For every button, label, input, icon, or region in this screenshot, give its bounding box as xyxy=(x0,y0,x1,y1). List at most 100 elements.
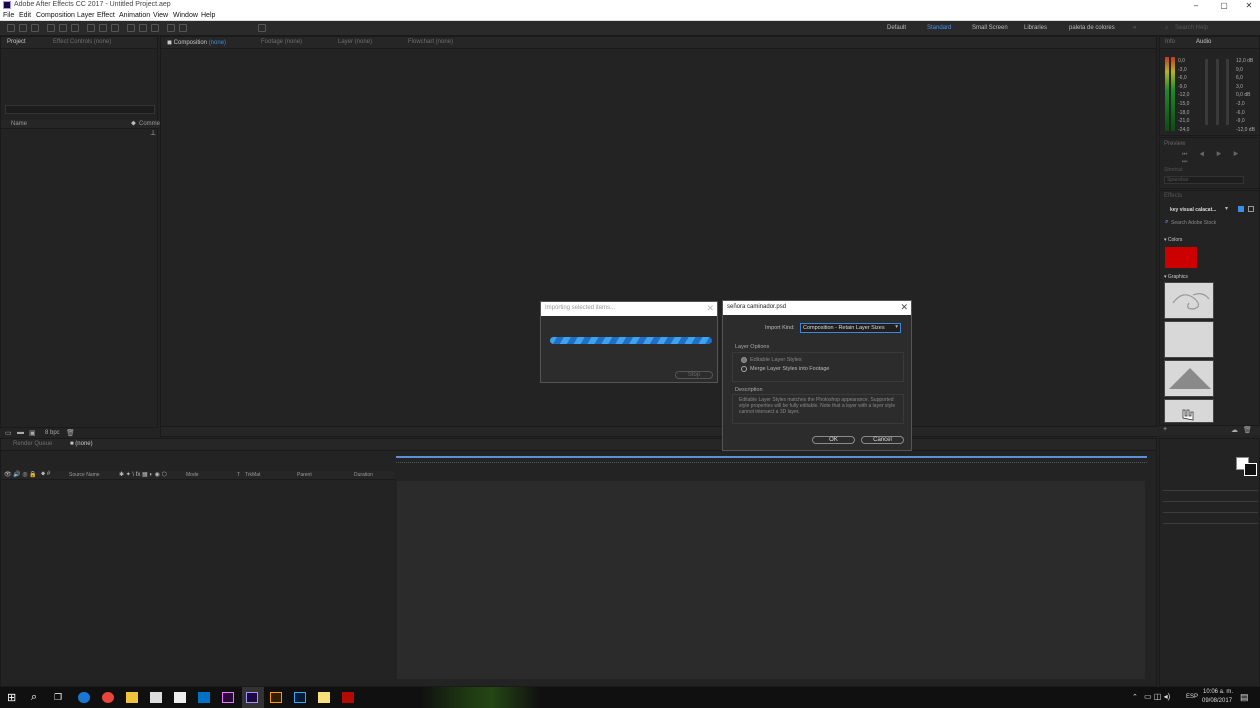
task-view-icon[interactable]: ❐ xyxy=(54,692,62,703)
tab-effects[interactable]: Effects xyxy=(1164,193,1182,199)
radio-editable-layer-styles[interactable] xyxy=(741,357,747,363)
column-duration[interactable]: Duration xyxy=(354,472,373,478)
snapping-checkbox[interactable] xyxy=(258,24,266,32)
stroke-color-swatch[interactable] xyxy=(1244,463,1257,476)
import-kind-dropdown[interactable]: Composition - Retain Layer Sizes ▾ xyxy=(800,323,901,333)
column-t[interactable]: T xyxy=(237,472,240,478)
stop-button[interactable]: Stop xyxy=(675,371,713,379)
tab-timeline-none[interactable]: ■ (none) xyxy=(70,441,93,447)
menu-file[interactable]: File xyxy=(3,12,14,19)
close-icon[interactable]: ✕ xyxy=(900,302,908,313)
close-icon[interactable]: ✕ xyxy=(706,303,714,314)
graphic-swirl[interactable] xyxy=(1164,282,1214,319)
audio-slider-master[interactable] xyxy=(1216,59,1219,125)
workspace-paleta-de-colores[interactable]: paleta de colores xyxy=(1069,25,1115,31)
graphic-blank[interactable] xyxy=(1164,321,1214,358)
switches-icon[interactable]: ✱ ✦ \ fx ▦ ◐ ◉ ⬡ xyxy=(119,471,167,478)
menu-effect[interactable]: Effect xyxy=(97,12,115,19)
cancel-button[interactable]: Cancel xyxy=(861,436,904,444)
pen-tool-icon[interactable] xyxy=(99,24,107,32)
workspace-default[interactable]: Default xyxy=(887,25,906,31)
flowchart-icon[interactable]: ⊥ xyxy=(150,129,156,137)
notifications-icon[interactable]: ▤ xyxy=(1240,692,1249,703)
tab-footage[interactable]: Footage (none) xyxy=(261,39,302,45)
menu-help[interactable]: Help xyxy=(201,12,215,19)
sticky-notes-icon[interactable] xyxy=(318,692,330,703)
menu-composition[interactable]: Composition xyxy=(36,12,75,19)
mail-icon[interactable] xyxy=(174,692,186,703)
audio-slider-right[interactable] xyxy=(1226,59,1229,125)
menu-view[interactable]: View xyxy=(153,12,168,19)
clock-date[interactable]: 09/08/2017 xyxy=(1202,698,1232,704)
project-search-input[interactable] xyxy=(5,105,155,114)
brush-tool-icon[interactable] xyxy=(127,24,135,32)
windows-start-icon[interactable]: ⊞ xyxy=(7,691,16,704)
graphic-triangle[interactable] xyxy=(1164,360,1214,397)
tray-chevron-icon[interactable]: ⌃ xyxy=(1132,693,1138,701)
maximize-icon[interactable]: ▢ xyxy=(1211,0,1237,11)
search-icon[interactable]: ⌕ xyxy=(31,691,37,704)
shortcut-dropdown[interactable]: Spacebar xyxy=(1164,176,1244,184)
trash-icon[interactable]: 🗑 xyxy=(66,429,75,437)
color-swatch[interactable] xyxy=(1165,247,1197,268)
timeline-track-area[interactable] xyxy=(397,481,1145,679)
workspace-standard[interactable]: Standard xyxy=(927,25,951,31)
chrome-icon[interactable] xyxy=(102,692,114,703)
new-folder-icon[interactable]: ▬ xyxy=(17,429,24,436)
column-parent[interactable]: Parent xyxy=(297,472,312,478)
store-icon[interactable] xyxy=(150,692,162,703)
hand-tool-icon[interactable] xyxy=(19,24,27,32)
column-trkmat[interactable]: TrkMat xyxy=(245,472,260,478)
acrobat-icon[interactable] xyxy=(342,692,354,703)
trash-icon[interactable]: 🗑 xyxy=(1243,426,1252,434)
roto-brush-tool-icon[interactable] xyxy=(167,24,175,32)
search-help-icon[interactable]: ⌕ xyxy=(1165,25,1168,32)
audio-slider-left[interactable] xyxy=(1205,59,1208,125)
tab-effect-controls[interactable]: Effect Controls (none) xyxy=(53,39,111,45)
new-composition-icon[interactable]: ▣ xyxy=(29,429,36,437)
add-icon[interactable]: + xyxy=(1163,426,1167,433)
menu-layer[interactable]: Layer xyxy=(77,12,95,19)
camera-tool-icon[interactable] xyxy=(59,24,67,32)
selection-tool-icon[interactable] xyxy=(7,24,15,32)
cloud-sync-icon[interactable]: ☁ xyxy=(1231,426,1238,434)
edge-icon[interactable] xyxy=(78,692,90,703)
tab-flowchart[interactable]: Flowchart (none) xyxy=(408,39,453,45)
chevron-down-icon[interactable]: ▾ xyxy=(1225,205,1228,212)
menu-animation[interactable]: Animation xyxy=(119,12,150,19)
ok-button[interactable]: OK xyxy=(812,436,855,444)
pan-behind-tool-icon[interactable] xyxy=(71,24,79,32)
puppet-tool-icon[interactable] xyxy=(179,24,187,32)
colors-section-label[interactable]: ▾ Colors xyxy=(1164,237,1182,243)
tray-icons[interactable]: ▭ ◫ ◂) xyxy=(1144,692,1170,701)
workspace-small-screen[interactable]: Small Screen xyxy=(972,25,1008,31)
tab-audio[interactable]: Audio xyxy=(1196,39,1211,45)
premiere-icon[interactable] xyxy=(222,692,234,703)
column-mode[interactable]: Mode xyxy=(186,472,199,478)
language-indicator[interactable]: ESP xyxy=(1186,694,1198,700)
menu-edit[interactable]: Edit xyxy=(19,12,31,19)
eraser-tool-icon[interactable] xyxy=(151,24,159,32)
type-tool-icon[interactable] xyxy=(111,24,119,32)
radio-merge-layer-styles[interactable] xyxy=(741,366,747,372)
menu-window[interactable]: Window xyxy=(173,12,198,19)
photoshop-icon[interactable] xyxy=(294,692,306,703)
rotate-tool-icon[interactable] xyxy=(47,24,55,32)
tab-info[interactable]: Info xyxy=(1165,39,1175,45)
clock-time[interactable]: 10:06 a. m. xyxy=(1203,689,1233,695)
search-help-input[interactable]: Search Help xyxy=(1175,25,1208,31)
bit-depth-label[interactable]: 8 bpc xyxy=(45,430,60,436)
clone-stamp-tool-icon[interactable] xyxy=(139,24,147,32)
illustrator-icon[interactable] xyxy=(270,692,282,703)
tab-layer[interactable]: Layer (none) xyxy=(338,39,372,45)
graphic-hand[interactable] xyxy=(1164,399,1214,423)
time-ruler[interactable] xyxy=(396,462,1147,470)
shape-tool-icon[interactable] xyxy=(87,24,95,32)
interpret-footage-icon[interactable]: ▭ xyxy=(5,429,12,437)
list-view-icon[interactable] xyxy=(1248,206,1254,212)
close-icon[interactable]: ✕ xyxy=(1236,0,1260,11)
zoom-tool-icon[interactable] xyxy=(31,24,39,32)
graphics-section-label[interactable]: ▾ Graphics xyxy=(1164,274,1188,280)
workspace-libraries[interactable]: Libraries xyxy=(1024,25,1047,31)
visibility-icon[interactable]: 👁 🔊 ◎ 🔒 xyxy=(4,471,37,478)
